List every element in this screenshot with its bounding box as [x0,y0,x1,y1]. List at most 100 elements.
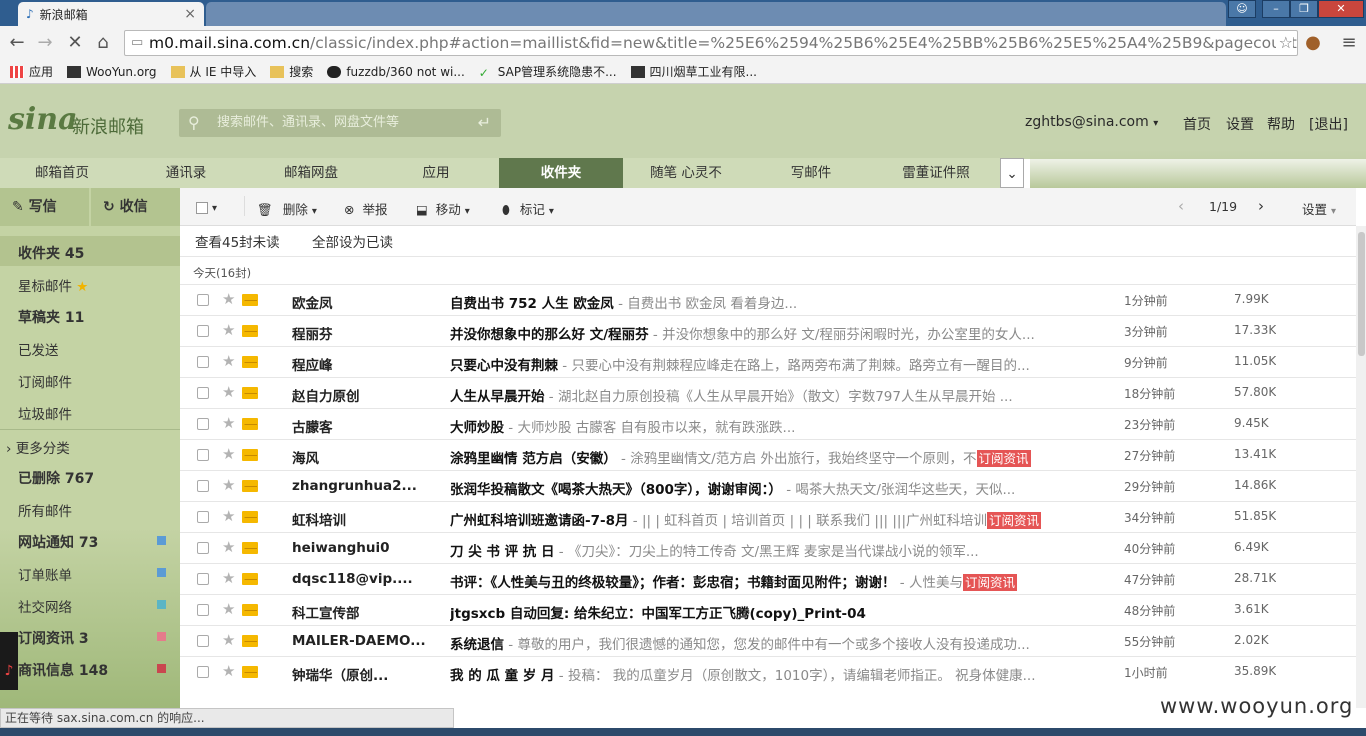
bookmark-search[interactable]: 搜索 [270,63,313,80]
sidebar-item-drafts[interactable]: 草稿夹 11 [18,307,84,327]
menu-icon[interactable]: ≡ [1338,32,1360,54]
star-icon[interactable]: ★ [222,538,235,556]
bookmark-fuzzdb[interactable]: fuzzdb/360 not wi... [327,65,465,79]
tab-essay[interactable]: 随笔 心灵不 [624,158,748,188]
row-checkbox[interactable] [197,418,209,430]
table-row[interactable]: ★ heiwanghui0 刀 尖 书 评 抗 日 - 《刀尖》：刀尖上的特工传奇 … [180,532,1356,563]
table-row[interactable]: ★ 科工宣传部 jtgsxcb 自动回复: 给朱纪立：中国军工方正飞腾(copy)_… [180,594,1356,625]
row-checkbox[interactable] [197,604,209,616]
music-player-icon[interactable]: ♪ [0,632,18,690]
scrollbar-thumb[interactable] [1358,232,1365,356]
subject[interactable]: 并没你想象中的那么好 文/程丽芬 - 并没你想象中的那么好 文/程丽芬闲暇时光，… [450,323,1062,343]
star-icon[interactable]: ★ [222,383,235,401]
address-bar[interactable]: ▭ m0.mail.sina.com.cn/classic/index.php#… [124,30,1298,56]
star-icon[interactable]: ★ [222,600,235,618]
bookmark-sap[interactable]: ✓ SAP管理系统隐患不... [479,63,617,80]
sidebar-item-starred[interactable]: 星标邮件 ★ [18,275,88,295]
forward-icon[interactable]: → [34,32,56,54]
star-icon[interactable]: ★ [222,321,235,339]
subject[interactable]: 自费出书 752 人生 欧金凤 - 自费出书 欧金凤 看着身边... [450,292,1062,312]
row-checkbox[interactable] [197,325,209,337]
account-menu[interactable]: zghtbs@sina.com ▾ [1025,114,1158,130]
bookmark-wooyun[interactable]: WooYun.org [67,65,157,79]
row-checkbox[interactable] [197,387,209,399]
subject[interactable]: 张润华投稿散文《喝茶大热天》（800字），谢谢审阅：） - 喝茶大热天文/张润华… [450,478,1062,498]
close-tab-icon[interactable]: × [184,6,196,22]
minimize-icon[interactable]: – [1262,0,1290,18]
sidebar-item-subscriptions[interactable]: 订阅邮件 [18,371,72,391]
row-checkbox[interactable] [197,542,209,554]
row-checkbox[interactable] [197,480,209,492]
table-row[interactable]: ★ 欧金凤 自费出书 752 人生 欧金凤 - 自费出书 欧金凤 看着身边... 1分… [180,284,1356,315]
subject[interactable]: 刀 尖 书 评 抗 日 - 《刀尖》：刀尖上的特工传奇 文/黑王辉 麦家是当代谍… [450,540,1062,560]
maximize-icon[interactable]: ❐ [1290,0,1318,18]
sidebar-item-site-notice[interactable]: 网站通知 73 [18,532,98,552]
subject[interactable]: 广州虹科培训班邀请函-7-8月 - || | 虹科首页 | 培训首页 | | |… [450,509,1062,529]
tab-compose[interactable]: 写邮件 [749,158,873,188]
back-icon[interactable]: ← [6,32,28,54]
table-row[interactable]: ★ MAILER-DAEMO... 系统退信 - 尊敬的用户，我们很遗憾的通知您，您… [180,625,1356,656]
tab-mail-home[interactable]: 邮箱首页 [0,158,124,188]
browser-tab-active[interactable]: ♪ 新浪邮箱 × [18,2,204,26]
select-all-checkbox[interactable]: ▾ [196,199,217,214]
delete-button[interactable]: 🗑 删除 ▾ [257,199,317,218]
browser-tab-inactive[interactable] [206,2,1226,26]
table-row[interactable]: ★ 钟瑞华（原创... 我 的 瓜 童 岁 月 - 投稿： 我的瓜童岁月（原创散文，… [180,656,1356,687]
sidebar-item-business[interactable]: 商讯信息 148 [18,660,108,680]
star-icon[interactable]: ★ [222,662,235,680]
link-logout[interactable]: [退出] [1309,114,1348,134]
star-icon[interactable]: ★ [222,507,235,525]
user-icon[interactable]: ☺ [1228,0,1256,18]
prev-page-icon[interactable]: ‹ [1178,197,1184,215]
bookmark-sichuan[interactable]: 四川烟草工业有限... [630,63,757,80]
subject[interactable]: 大师炒股 - 大师炒股 古朦客 自有股市以来，就有跌涨跌... [450,416,1062,436]
subject[interactable]: 人生从早晨开始 - 湖北赵自力原创投稿《人生从早晨开始》（散文）字数797人生从… [450,385,1062,405]
stop-icon[interactable]: ✕ [64,32,86,54]
star-icon[interactable]: ★ [222,631,235,649]
view-unread-link[interactable]: 查看45封未读 [195,231,280,251]
cookie-icon[interactable]: ● [1302,32,1324,54]
table-row[interactable]: ★ 古朦客 大师炒股 - 大师炒股 古朦客 自有股市以来，就有跌涨跌... 23分钟前… [180,408,1356,439]
sidebar-item-news[interactable]: 订阅资讯 3 [18,628,89,648]
sidebar-item-spam[interactable]: 垃圾邮件 [18,403,72,423]
sidebar-item-inbox[interactable]: 收件夹 45 [18,243,84,263]
table-row[interactable]: ★ 程丽芬 并没你想象中的那么好 文/程丽芬 - 并没你想象中的那么好 文/程丽芬闲… [180,315,1356,346]
mark-all-read-link[interactable]: 全部设为已读 [312,231,393,251]
tab-apps[interactable]: 应用 [374,158,498,188]
row-checkbox[interactable] [197,449,209,461]
subject[interactable]: jtgsxcb 自动回复: 给朱纪立：中国军工方正飞腾(copy)_Print-… [450,602,1062,622]
table-row[interactable]: ★ 程应峰 只要心中没有荆棘 - 只要心中没有荆棘程应峰走在路上，路两旁布满了荆棘。… [180,346,1356,377]
row-checkbox[interactable] [197,511,209,523]
subject[interactable]: 系统退信 - 尊敬的用户，我们很遗憾的通知您，您发的邮件中有一个或多个接收人没有… [450,633,1062,653]
link-settings[interactable]: 设置 [1226,114,1254,134]
write-button[interactable]: ✎ 写信 [0,188,89,226]
star-icon[interactable]: ★ [222,414,235,432]
sidebar-item-all[interactable]: 所有邮件 [18,500,72,520]
bookmark-ie-import[interactable]: 从 IE 中导入 [170,63,256,80]
subject[interactable]: 书评：《人性美与丑的终极较量》；作者：彭忠宿；书籍封面见附件；谢谢！ - 人性美… [450,571,1062,591]
sidebar-item-deleted[interactable]: 已删除 767 [18,468,94,488]
star-icon[interactable]: ★ [222,569,235,587]
home-icon[interactable]: ⌂ [92,32,114,54]
subject[interactable]: 涂鸦里幽情 范方启（安徽） - 涂鸦里幽情文/范方启 外出旅行，我始终坚守一个原… [450,447,1062,467]
table-row[interactable]: ★ dqsc118@vip.... 书评：《人性美与丑的终极较量》；作者：彭忠宿；书… [180,563,1356,594]
receive-button[interactable]: ↻ 收信 [91,188,180,226]
tab-inbox[interactable]: 收件夹 [499,158,623,188]
subject[interactable]: 我 的 瓜 童 岁 月 - 投稿： 我的瓜童岁月（原创散文，1010字），请编辑… [450,664,1062,684]
star-icon[interactable]: ★ [222,352,235,370]
table-row[interactable]: ★ 海风 涂鸦里幽情 范方启（安徽） - 涂鸦里幽情文/范方启 外出旅行，我始终坚守… [180,439,1356,470]
link-home[interactable]: 首页 [1183,114,1211,134]
row-checkbox[interactable] [197,294,209,306]
star-icon[interactable]: ★ [222,445,235,463]
link-help[interactable]: 帮助 [1267,114,1295,134]
sidebar-item-orders[interactable]: 订单账单 [18,564,72,584]
report-button[interactable]: ⊗ 举报 [344,199,387,218]
table-row[interactable]: ★ 赵自力原创 人生从早晨开始 - 湖北赵自力原创投稿《人生从早晨开始》（散文）字数… [180,377,1356,408]
settings-button[interactable]: 设置 ▾ [1302,199,1336,218]
table-row[interactable]: ★ 虹科培训 广州虹科培训班邀请函-7-8月 - || | 虹科首页 | 培训首页 … [180,501,1356,532]
tab-contacts[interactable]: 通讯录 [124,158,248,188]
sidebar-item-sent[interactable]: 已发送 [18,339,59,359]
search-input[interactable]: ⚲ 搜索邮件、通讯录、网盘文件等 ↵ [179,109,501,137]
bookmark-star-icon[interactable]: ☆ [1275,31,1293,55]
window-close-icon[interactable]: ✕ [1318,0,1364,18]
